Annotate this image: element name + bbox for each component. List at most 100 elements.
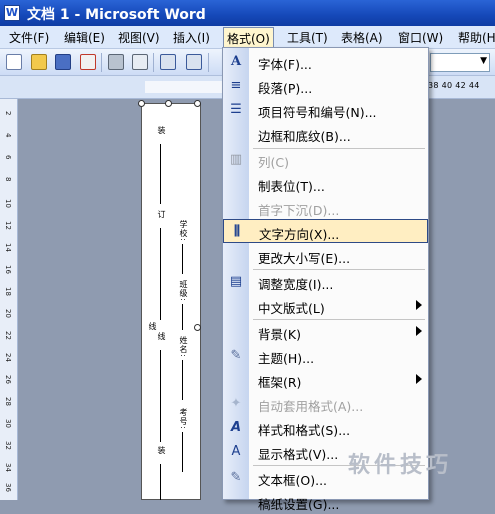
binding-line [160, 464, 161, 500]
field-label-name: 姓名: [179, 336, 188, 358]
binding-line [160, 228, 161, 320]
menu-item-tabs[interactable]: 制表位(T)... [223, 172, 428, 196]
vruler-tick: 30 [4, 419, 12, 428]
toolbar-separator [208, 53, 209, 72]
menu-file[interactable]: 文件(F) [9, 29, 49, 46]
resize-handle[interactable] [194, 324, 201, 331]
spelling-icon[interactable] [160, 54, 176, 70]
fill-line [182, 304, 183, 330]
ruler-numbers: 38 40 42 44 [428, 81, 480, 90]
fill-line [182, 244, 183, 274]
submenu-arrow-icon [416, 326, 422, 336]
permission-icon[interactable] [80, 54, 96, 70]
menu-help[interactable]: 帮助(H) [458, 29, 495, 46]
binding-line [160, 350, 161, 442]
vertical-ruler[interactable]: 2 4 6 8 10 12 14 16 18 20 22 24 26 28 30… [0, 99, 18, 500]
paragraph-icon: ≡ [230, 78, 242, 93]
menu-item-theme[interactable]: ✎ 主题(H)... [223, 344, 428, 368]
menu-format[interactable]: 格式(O) [223, 27, 274, 48]
menu-item-borders[interactable]: 边框和底纹(B)... [223, 122, 428, 146]
vruler-tick: 10 [4, 199, 12, 208]
fill-line [182, 432, 183, 472]
field-label-school: 学校: [179, 220, 188, 242]
vruler-tick: 26 [4, 375, 12, 384]
print-icon[interactable] [108, 54, 124, 70]
font-A-icon: A [230, 54, 242, 69]
menu-item-fit-width[interactable]: ▤ 调整宽度(I)... [223, 270, 428, 294]
fill-line [182, 360, 183, 400]
menu-bar: 文件(F) 编辑(E) 视图(V) 插入(I) 格式(O) 工具(T) 表格(A… [0, 26, 495, 49]
resize-handle[interactable] [138, 100, 145, 107]
resize-handle[interactable] [194, 100, 201, 107]
vruler-tick: 36 [4, 483, 12, 492]
menu-item-manuscript[interactable]: 稿纸设置(G)... [223, 490, 428, 514]
binding-line [160, 144, 161, 204]
ruler-text-area [145, 81, 225, 93]
vruler-tick: 8 [4, 177, 12, 182]
menu-item-asian-layout[interactable]: 中文版式(L) [223, 294, 428, 318]
title-bar: W 文档 1 - Microsoft Word [0, 0, 495, 26]
columns-icon: ▥ [229, 152, 243, 167]
vruler-tick: 18 [4, 287, 12, 296]
binding-mark: 线 [157, 332, 166, 341]
vruler-tick: 28 [4, 397, 12, 406]
save-icon[interactable] [55, 54, 71, 70]
word-app-icon[interactable]: W [4, 5, 20, 21]
resize-handle[interactable] [165, 100, 172, 107]
vruler-tick: 14 [4, 243, 12, 252]
open-folder-icon[interactable] [31, 54, 47, 70]
binding-mark: 装 [157, 126, 166, 135]
vruler-tick: 22 [4, 331, 12, 340]
toolbar-separator [101, 53, 102, 72]
menu-item-frames[interactable]: 框架(R) [223, 368, 428, 392]
theme-icon: ✎ [230, 348, 242, 363]
menu-edit[interactable]: 编辑(E) [64, 29, 105, 46]
field-label-class: 班级: [179, 280, 188, 302]
chevron-down-icon[interactable]: ▼ [480, 56, 487, 66]
field-label-number: 考号: [179, 408, 188, 430]
watermark-text: 软件技巧 [348, 453, 453, 478]
menu-item-font[interactable]: A 字体(F)... [223, 50, 428, 74]
vruler-tick: 6 [4, 155, 12, 160]
menu-item-autoformat: ✦ 自动套用格式(A)... [223, 392, 428, 416]
zoom-combo[interactable]: ▼ [430, 53, 490, 72]
binding-mark: 线 [148, 322, 157, 331]
submenu-arrow-icon [416, 300, 422, 310]
format-menu: A 字体(F)... ≡ 段落(P)... ☰ 项目符号和编号(N)... 边框… [222, 47, 429, 512]
menu-item-bullets[interactable]: ☰ 项目符号和编号(N)... [223, 98, 428, 122]
menu-item-background[interactable]: 背景(K) [223, 320, 428, 344]
toolbar-separator [153, 53, 154, 72]
menu-item-styles[interactable]: A 样式和格式(S)... [223, 416, 428, 440]
binding-mark: 装 [157, 446, 166, 455]
reveal-format-icon: A [231, 444, 241, 459]
vruler-tick: 16 [4, 265, 12, 274]
menu-item-paragraph[interactable]: ≡ 段落(P)... [223, 74, 428, 98]
vruler-tick: 4 [4, 133, 12, 138]
autoformat-icon: ✦ [230, 396, 242, 411]
menu-table[interactable]: 表格(A) [341, 29, 383, 46]
vruler-tick: 32 [4, 441, 12, 450]
vruler-tick: 12 [4, 221, 12, 230]
text-direction-icon: ⫼ [234, 224, 240, 239]
vruler-tick: 20 [4, 309, 12, 318]
menu-view[interactable]: 视图(V) [118, 29, 160, 46]
menu-item-text-direction[interactable]: ⫼ 文字方向(X)... [223, 219, 428, 243]
menu-item-drop-cap: 首字下沉(D)... [258, 203, 340, 218]
research-icon[interactable] [186, 54, 202, 70]
new-document-icon[interactable] [6, 54, 22, 70]
submenu-arrow-icon [416, 374, 422, 384]
fit-width-icon: ▤ [229, 274, 243, 289]
print-preview-icon[interactable] [132, 54, 148, 70]
binding-mark: 订 [157, 210, 166, 219]
document-page[interactable]: 装 订 线 线 装 学校: 班级: 姓名: 考号: [138, 100, 201, 500]
vruler-tick: 2 [4, 111, 12, 116]
menu-item-change-case[interactable]: 更改大小写(E)... [223, 244, 428, 268]
menu-window[interactable]: 窗口(W) [398, 29, 443, 46]
menu-insert[interactable]: 插入(I) [173, 29, 210, 46]
menu-tools[interactable]: 工具(T) [287, 29, 328, 46]
bullets-icon: ☰ [230, 102, 242, 117]
vruler-tick: 24 [4, 353, 12, 362]
vruler-tick: 34 [4, 463, 12, 472]
menu-item-columns: ▥ 列(C) [229, 152, 289, 170]
styles-icon: A [230, 420, 242, 435]
